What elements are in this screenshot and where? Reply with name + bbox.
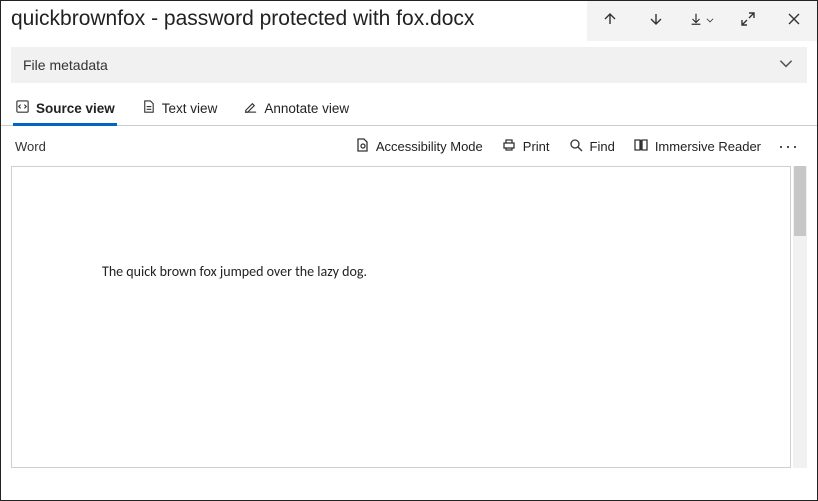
window-title: quickbrownfox - password protected with … bbox=[1, 1, 587, 41]
chevron-down-icon bbox=[705, 12, 715, 30]
tab-label: Source view bbox=[36, 101, 115, 116]
previous-button[interactable] bbox=[587, 1, 633, 41]
vertical-scrollbar[interactable] bbox=[793, 166, 807, 468]
app-name-label: Word bbox=[15, 139, 46, 154]
book-icon bbox=[633, 137, 649, 156]
expand-button[interactable] bbox=[725, 1, 771, 41]
tab-label: Annotate view bbox=[264, 101, 349, 116]
arrow-up-icon bbox=[602, 11, 618, 32]
tab-annotate-view[interactable]: Annotate view bbox=[243, 99, 349, 125]
accessibility-mode-button[interactable]: Accessibility Mode bbox=[345, 133, 492, 160]
expand-icon bbox=[740, 11, 756, 32]
view-tabs: Source view Text view Annotate view bbox=[1, 89, 817, 126]
next-button[interactable] bbox=[633, 1, 679, 41]
titlebar: quickbrownfox - password protected with … bbox=[1, 1, 817, 41]
tab-text-view[interactable]: Text view bbox=[141, 99, 218, 125]
annotate-icon bbox=[243, 99, 258, 117]
print-button[interactable]: Print bbox=[492, 133, 559, 160]
download-icon bbox=[689, 12, 703, 31]
button-label: Accessibility Mode bbox=[376, 139, 483, 154]
scrollbar-thumb[interactable] bbox=[794, 166, 806, 236]
arrow-down-icon bbox=[648, 11, 664, 32]
find-button[interactable]: Find bbox=[559, 133, 624, 160]
document-body-text: The quick brown fox jumped over the lazy… bbox=[102, 263, 790, 280]
download-dropdown-button[interactable] bbox=[679, 1, 725, 41]
close-icon bbox=[786, 11, 802, 32]
accessibility-icon bbox=[354, 137, 370, 156]
button-label: Print bbox=[523, 139, 550, 154]
button-label: Find bbox=[590, 139, 615, 154]
more-actions-button[interactable]: ··· bbox=[770, 134, 807, 159]
titlebar-actions bbox=[587, 1, 817, 41]
text-document-icon bbox=[141, 99, 156, 117]
immersive-reader-button[interactable]: Immersive Reader bbox=[624, 133, 770, 160]
printer-icon bbox=[501, 137, 517, 156]
close-button[interactable] bbox=[771, 1, 817, 41]
document-page: The quick brown fox jumped over the lazy… bbox=[11, 166, 791, 468]
tab-label: Text view bbox=[162, 101, 218, 116]
document-viewport: The quick brown fox jumped over the lazy… bbox=[11, 166, 807, 468]
search-icon bbox=[568, 137, 584, 156]
code-document-icon bbox=[15, 99, 30, 117]
chevron-down-icon bbox=[777, 54, 795, 77]
document-toolbar: Word Accessibility Mode Print Find Immer… bbox=[1, 126, 817, 166]
file-metadata-toggle[interactable]: File metadata bbox=[11, 47, 807, 83]
file-metadata-label: File metadata bbox=[23, 57, 777, 73]
tab-source-view[interactable]: Source view bbox=[15, 99, 115, 125]
button-label: Immersive Reader bbox=[655, 139, 761, 154]
